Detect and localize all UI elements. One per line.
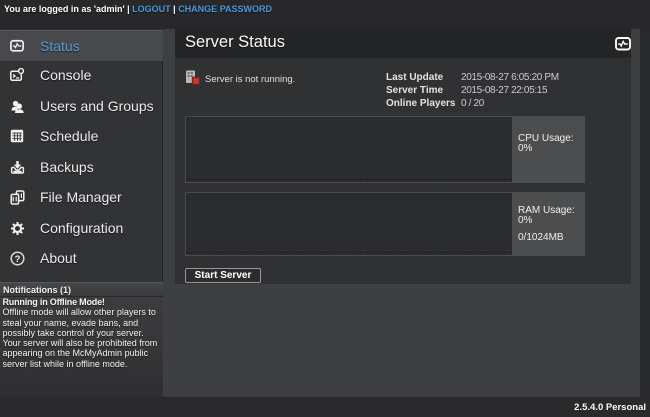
svg-text:?: ?: [15, 254, 21, 265]
